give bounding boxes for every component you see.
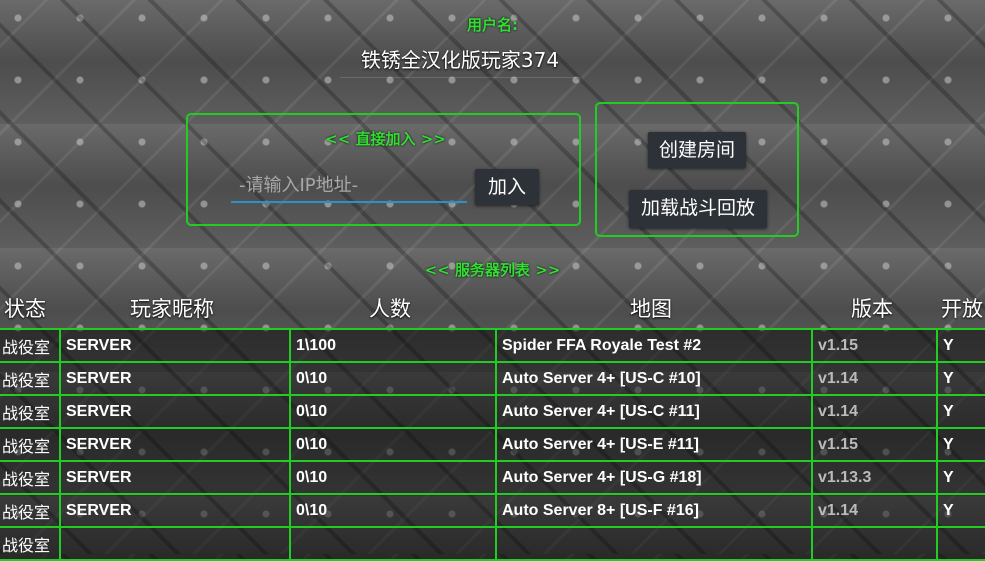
row-nickname: SERVER <box>59 460 291 495</box>
row-status: 战役室 <box>0 493 61 528</box>
row-players: 1\100 <box>289 328 497 363</box>
row-version <box>811 526 938 561</box>
server-row[interactable]: 战役室 <box>0 526 985 561</box>
create-room-button[interactable]: 创建房间 <box>648 132 746 168</box>
row-players: 0\10 <box>289 427 497 462</box>
row-status: 战役室 <box>0 394 61 429</box>
header-version[interactable]: 版本 <box>851 293 893 323</box>
row-map: Auto Server 4+ [US-G #18] <box>495 460 813 495</box>
row-version: v1.14 <box>811 493 938 528</box>
load-replay-button[interactable]: 加载战斗回放 <box>629 190 767 228</box>
server-row[interactable]: 战役室 SERVER 0\10 Auto Server 4+ [US-E #11] v1… <box>0 427 985 462</box>
server-row[interactable]: 战役室 SERVER 1\100 Spider FFA Royale Test #2 v… <box>0 328 985 363</box>
row-open <box>936 526 985 561</box>
header-map[interactable]: 地图 <box>630 293 672 323</box>
server-list-header: 状态 玩家昵称 人数 地图 版本 开放 <box>0 293 985 327</box>
row-open: Y <box>936 328 985 363</box>
row-version: v1.15 <box>811 427 938 462</box>
header-open[interactable]: 开放 <box>941 293 983 323</box>
row-nickname: SERVER <box>59 427 291 462</box>
row-version: v1.15 <box>811 328 938 363</box>
row-status: 战役室 <box>0 526 61 561</box>
row-players: 0\10 <box>289 460 497 495</box>
row-version: v1.13.3 <box>811 460 938 495</box>
row-status: 战役室 <box>0 460 61 495</box>
server-row[interactable]: 战役室 SERVER 0\10 Auto Server 4+ [US-C #11] v1… <box>0 394 985 429</box>
row-nickname <box>59 526 291 561</box>
username-field[interactable]: 铁锈全汉化版玩家374 <box>340 44 580 78</box>
row-players: 0\10 <box>289 394 497 429</box>
row-map: Spider FFA Royale Test #2 <box>495 328 813 363</box>
row-open: Y <box>936 493 985 528</box>
room-panel: 创建房间 加载战斗回放 <box>595 102 799 237</box>
server-row[interactable]: 战役室 SERVER 0\10 Auto Server 8+ [US-F #16] v1… <box>0 493 985 528</box>
server-row[interactable]: 战役室 SERVER 0\10 Auto Server 4+ [US-G #18] v1… <box>0 460 985 495</box>
row-open: Y <box>936 460 985 495</box>
row-map: Auto Server 4+ [US-C #10] <box>495 361 813 396</box>
row-status: 战役室 <box>0 427 61 462</box>
row-players: 0\10 <box>289 361 497 396</box>
row-players <box>289 526 497 561</box>
row-status: 战役室 <box>0 361 61 396</box>
direct-join-panel: << 直接加入 >> 加入 <box>186 113 581 226</box>
username-label: 用户名: <box>467 16 518 34</box>
row-map: Auto Server 8+ [US-F #16] <box>495 493 813 528</box>
header-nickname[interactable]: 玩家昵称 <box>130 293 214 323</box>
row-map <box>495 526 813 561</box>
row-open: Y <box>936 394 985 429</box>
server-list-title: << 服务器列表 >> <box>424 261 561 279</box>
row-version: v1.14 <box>811 394 938 429</box>
row-open: Y <box>936 361 985 396</box>
direct-join-title: << 直接加入 >> <box>325 130 446 148</box>
row-players: 0\10 <box>289 493 497 528</box>
row-map: Auto Server 4+ [US-C #11] <box>495 394 813 429</box>
row-nickname: SERVER <box>59 493 291 528</box>
row-open: Y <box>936 427 985 462</box>
server-row[interactable]: 战役室 SERVER 0\10 Auto Server 4+ [US-C #10] v1… <box>0 361 985 396</box>
header-players[interactable]: 人数 <box>369 293 411 323</box>
header-status[interactable]: 状态 <box>4 293 46 323</box>
row-nickname: SERVER <box>59 361 291 396</box>
row-version: v1.14 <box>811 361 938 396</box>
server-list-table: 战役室 SERVER 1\100 Spider FFA Royale Test #2 v… <box>0 328 985 561</box>
join-button[interactable]: 加入 <box>475 169 539 205</box>
row-status: 战役室 <box>0 328 61 363</box>
ip-address-input[interactable] <box>231 169 467 203</box>
row-nickname: SERVER <box>59 394 291 429</box>
row-nickname: SERVER <box>59 328 291 363</box>
row-map: Auto Server 4+ [US-E #11] <box>495 427 813 462</box>
